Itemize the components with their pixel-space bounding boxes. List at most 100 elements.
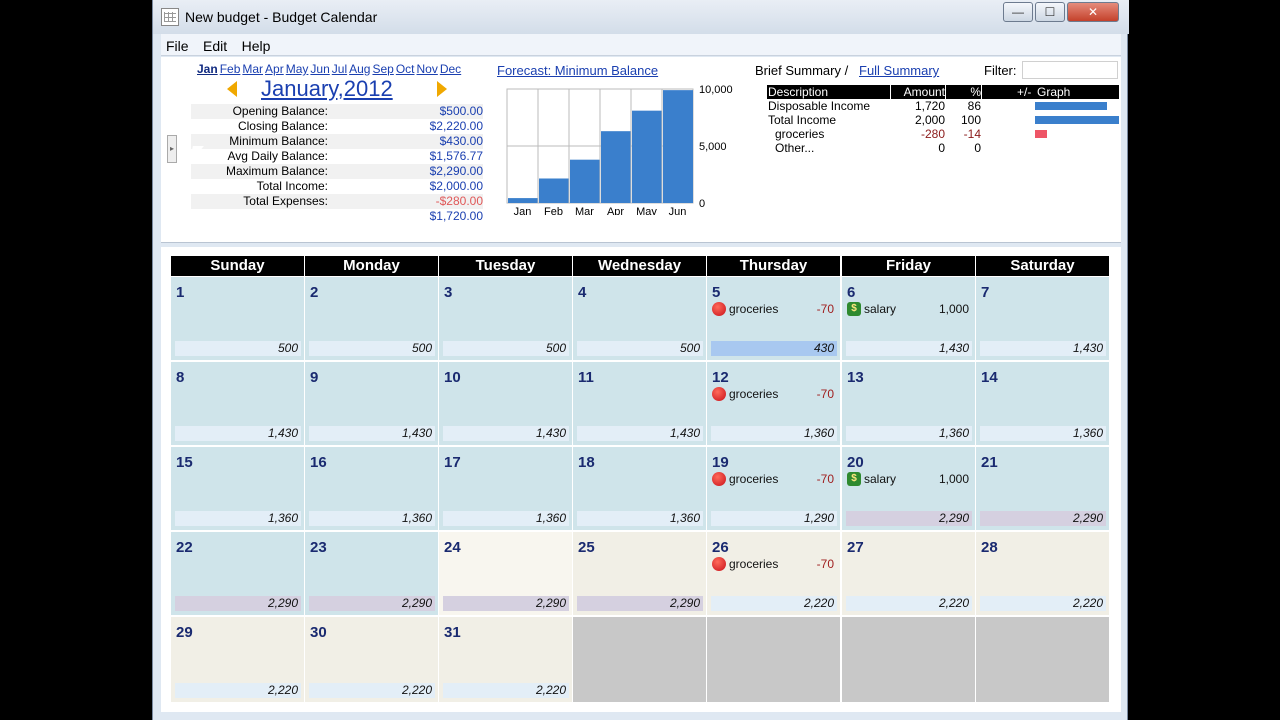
month-link-nov[interactable]: Nov [417,62,438,76]
transaction-groceries[interactable]: groceries -70 [712,301,834,317]
day-cell-5[interactable]: 5 groceries -70 430 [707,277,840,360]
apple-icon [712,302,726,316]
month-link-oct[interactable]: Oct [396,62,415,76]
next-month-arrow-icon[interactable] [437,81,447,97]
month-link-mar[interactable]: Mar [242,62,263,76]
money-bag-icon: $ [847,302,861,316]
menu-file[interactable]: File [161,34,194,54]
day-cell-25[interactable]: 25 2,290 [573,532,706,615]
day-cell-30[interactable]: 30 2,220 [305,617,438,702]
header-plus-minus[interactable]: +/- [1017,85,1031,99]
day-cell-8[interactable]: 8 1,430 [171,362,304,445]
day-cell-29[interactable]: 29 2,220 [171,617,304,702]
daily-balance: 1,360 [711,426,837,441]
title-bar: New budget - Budget Calendar — ☐ ✕ [153,0,1129,34]
daily-balance: 1,430 [846,341,972,356]
summary-row[interactable]: Disposable Income 1,720 86 [767,99,1119,113]
daily-balance: 2,220 [309,683,435,698]
previous-month-arrow-icon[interactable] [227,81,237,97]
transaction-salary[interactable]: $ salary 1,000 [847,471,969,487]
weekday-header-wednesday: Wednesday [573,256,706,276]
month-link-jun[interactable]: Jun [310,62,329,76]
day-cell-22[interactable]: 22 2,290 [171,532,304,615]
transaction-groceries[interactable]: groceries -70 [712,386,834,402]
close-button[interactable]: ✕ [1067,2,1119,22]
menu-edit[interactable]: Edit [198,34,232,54]
day-cell-26[interactable]: 26 groceries -70 2,220 [707,532,840,615]
day-number: 30 [310,624,327,641]
month-link-sep[interactable]: Sep [372,62,393,76]
month-link-jan[interactable]: Jan [197,62,218,76]
transaction-salary[interactable]: $ salary 1,000 [847,301,969,317]
summary-row[interactable]: groceries -280 -14 [767,127,1119,141]
current-month-title[interactable]: January,2012 [261,76,393,102]
minimize-button[interactable]: — [1003,2,1033,22]
transaction-groceries[interactable]: groceries -70 [712,556,834,572]
stat-value: $2,220.00 [429,119,483,133]
chart-x-tick-label: Apr [607,206,624,215]
day-cell-14[interactable]: 14 1,360 [976,362,1109,445]
day-cell-18[interactable]: 18 1,360 [573,447,706,530]
header-description[interactable]: Description [768,85,828,99]
chart-bar-jun[interactable] [663,90,693,203]
summary-row[interactable]: Total Income 2,000 100 [767,113,1119,127]
day-cell-24[interactable]: 24 2,290 [439,532,572,615]
summary-percent: 0 [974,141,981,155]
day-cell-4[interactable]: 4 500 [573,277,706,360]
daily-balance: 500 [309,341,435,356]
calendar-app-icon [161,8,179,26]
day-cell-16[interactable]: 16 1,360 [305,447,438,530]
stat-row: Avg Daily Balance: $1,576.77 [191,149,484,164]
header-amount[interactable]: Amount [904,85,945,99]
day-cell-6[interactable]: 6 $ salary 1,000 1,430 [842,277,975,360]
day-cell-13[interactable]: 13 1,360 [842,362,975,445]
day-cell-11[interactable]: 11 1,430 [573,362,706,445]
month-link-feb[interactable]: Feb [220,62,241,76]
panel-collapse-handle[interactable]: ▸ [167,135,177,163]
maximize-button[interactable]: ☐ [1035,2,1065,22]
day-cell-2[interactable]: 2 500 [305,277,438,360]
month-link-dec[interactable]: Dec [440,62,461,76]
day-cell-19[interactable]: 19 groceries -70 1,290 [707,447,840,530]
day-number: 21 [981,454,998,471]
month-link-may[interactable]: May [286,62,309,76]
day-cell-3[interactable]: 3 500 [439,277,572,360]
day-cell-28[interactable]: 28 2,220 [976,532,1109,615]
day-cell-1[interactable]: 1 500 [171,277,304,360]
day-number: 19 [712,454,729,471]
day-cell-9[interactable]: 9 1,430 [305,362,438,445]
filter-input[interactable] [1022,61,1118,79]
daily-balance: 1,430 [980,341,1106,356]
day-cell-21[interactable]: 21 2,290 [976,447,1109,530]
transaction-groceries[interactable]: groceries -70 [712,471,834,487]
day-cell-10[interactable]: 10 1,430 [439,362,572,445]
day-cell-15[interactable]: 15 1,360 [171,447,304,530]
day-cell-27[interactable]: 27 2,220 [842,532,975,615]
day-cell-20[interactable]: 20 $ salary 1,000 2,290 [842,447,975,530]
day-number: 26 [712,539,729,556]
day-cell-12[interactable]: 12 groceries -70 1,360 [707,362,840,445]
month-link-apr[interactable]: Apr [265,62,284,76]
header-graph[interactable]: Graph [1037,85,1070,99]
month-selector: Jan Feb Mar Apr May Jun Jul Aug Sep Oct Nov Dec [197,62,463,76]
menu-help[interactable]: Help [237,34,276,54]
chart-bar-mar[interactable] [570,159,600,203]
month-link-aug[interactable]: Aug [349,62,370,76]
stat-label: Closing Balance: [237,119,328,133]
day-cell-23[interactable]: 23 2,290 [305,532,438,615]
chart-bar-jan[interactable] [508,198,538,203]
stat-row: Maximum Balance: $2,290.00 [191,164,483,179]
transaction-name: groceries [729,302,779,316]
chart-bar-feb[interactable] [539,178,569,203]
transaction-amount: -70 [816,302,834,316]
day-cell-31[interactable]: 31 2,220 [439,617,572,702]
full-summary-link[interactable]: Full Summary [859,63,939,78]
chart-bar-apr[interactable] [601,131,631,203]
day-cell-7[interactable]: 7 1,430 [976,277,1109,360]
month-link-jul[interactable]: Jul [332,62,347,76]
day-cell-17[interactable]: 17 1,360 [439,447,572,530]
forecast-link[interactable]: Forecast: Minimum Balance [497,63,658,78]
summary-row[interactable]: Other... 0 0 [767,141,1119,155]
header-percent[interactable]: % [970,85,981,99]
chart-bar-may[interactable] [632,110,662,203]
